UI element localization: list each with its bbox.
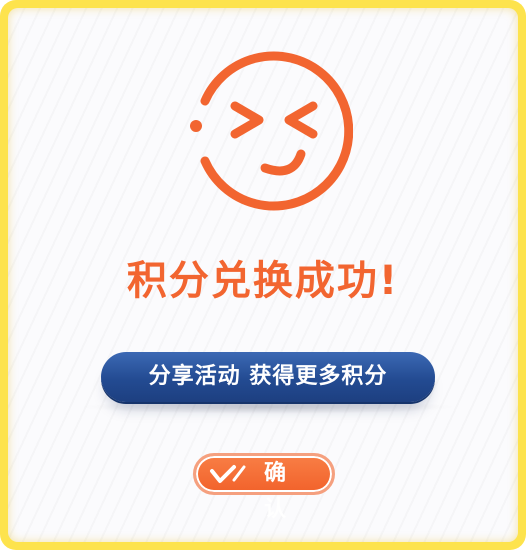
- wink-smile-icon: [190, 51, 353, 211]
- check-icon: [210, 465, 246, 483]
- dialog-body: 积分兑换成功! 分享活动 获得更多积分 确 认: [8, 8, 518, 542]
- share-activity-button[interactable]: 分享活动 获得更多积分: [101, 352, 435, 402]
- dialog-title: 积分兑换成功!: [126, 258, 400, 304]
- share-button-shadow: [78, 400, 458, 414]
- confirm-button-label: 确 认: [264, 461, 293, 522]
- confirm-button[interactable]: 确 认: [193, 453, 335, 522]
- success-dialog: 积分兑换成功! 分享活动 获得更多积分 确 认: [0, 0, 526, 550]
